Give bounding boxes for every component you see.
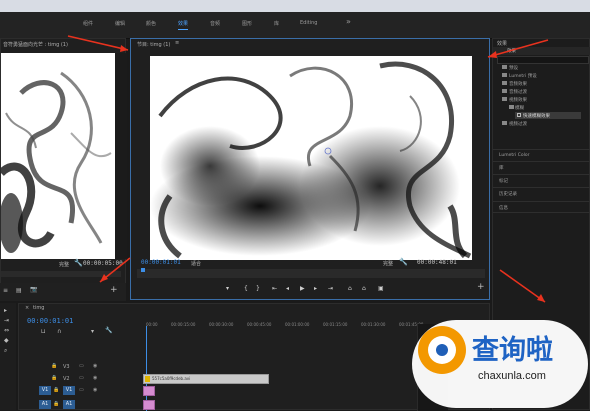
arrow-to-effects-panel	[487, 39, 549, 58]
arrow-head	[488, 51, 497, 58]
arrow-head	[120, 45, 128, 52]
annotation-arrows	[67, 35, 549, 303]
arrow-to-timeline	[499, 269, 546, 303]
arrow-head	[100, 274, 108, 282]
arrow-to-effects-menu	[67, 35, 129, 51]
